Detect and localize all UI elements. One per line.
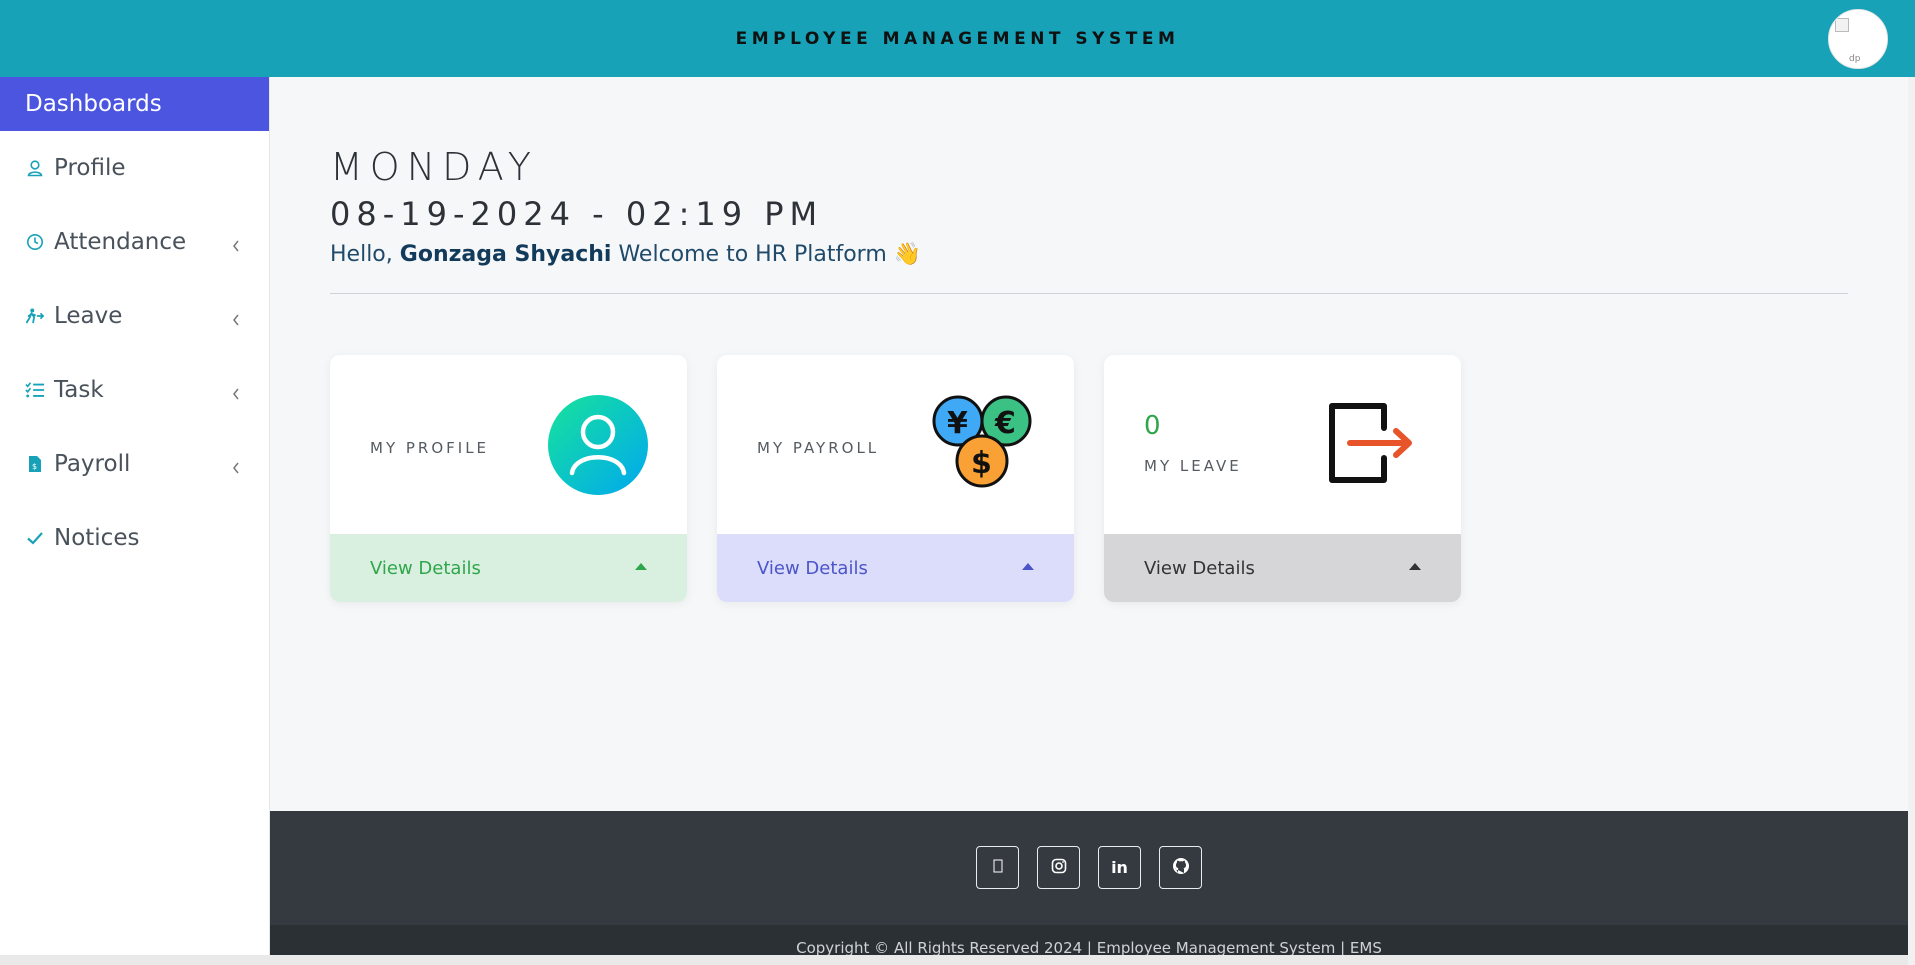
sidebar-item-label: Notices [54, 525, 140, 551]
view-details-link[interactable]: View Details [330, 534, 687, 602]
caret-up-icon [1409, 563, 1421, 570]
card-label: MY PROFILE [370, 439, 490, 457]
sidebar-item-label: Attendance [54, 229, 187, 255]
avatar-alt-text: dp [1849, 54, 1861, 64]
task-list-icon [25, 380, 45, 400]
walking-icon [25, 306, 45, 326]
sidebar-item-attendance[interactable]: Attendance [0, 205, 269, 279]
check-icon [25, 528, 45, 548]
github-icon [1172, 857, 1190, 879]
copyright-text: Copyright © All Rights Reserved 2024 | E… [270, 925, 1908, 955]
svg-text:¥: ¥ [947, 406, 968, 441]
user-icon [25, 158, 45, 178]
sidebar: Dashboards Profile Attendance Leave Task [0, 77, 270, 955]
current-datetime: 08-19-2024 - 02:19 PM [330, 195, 824, 233]
welcome-message: Hello, Gonzaga Shyachi Welcome to HR Pla… [330, 242, 921, 267]
my-profile-card: MY PROFILE View Details [330, 355, 687, 602]
currency-coins-icon: ¥ € $ [930, 393, 1036, 499]
view-details-link[interactable]: View Details [1104, 534, 1461, 602]
svg-text:$: $ [971, 446, 992, 481]
exit-door-icon [1328, 400, 1418, 490]
svg-text:€: € [994, 406, 1016, 441]
greeting-prefix: Hello, [330, 242, 393, 267]
card-label: MY PAYROLL [757, 439, 880, 457]
chevron-left-icon [231, 307, 241, 333]
instagram-icon [1051, 858, 1067, 878]
sidebar-item-payroll[interactable]: $ Payroll [0, 427, 269, 501]
sidebar-item-label: Payroll [54, 451, 131, 477]
sidebar-item-task[interactable]: Task [0, 353, 269, 427]
current-day: MONDAY [330, 145, 538, 189]
sidebar-item-leave[interactable]: Leave [0, 279, 269, 353]
avatar[interactable]: dp [1828, 9, 1888, 69]
chevron-left-icon [231, 381, 241, 407]
vertical-scrollbar[interactable] [1908, 77, 1915, 965]
main-content: MONDAY 08-19-2024 - 02:19 PM Hello, Gonz… [270, 77, 1908, 811]
footer: in Copyright © All Rights Reserved 2024 … [270, 811, 1908, 955]
facebook-button[interactable] [976, 846, 1019, 889]
chevron-left-icon [231, 455, 241, 481]
github-button[interactable] [1159, 846, 1202, 889]
horizontal-scrollbar[interactable] [0, 955, 1908, 965]
sidebar-item-profile[interactable]: Profile [0, 131, 269, 205]
chevron-left-icon [231, 233, 241, 259]
linkedin-icon: in [1111, 858, 1128, 877]
social-links: in [270, 846, 1908, 889]
app-title: EMPLOYEE MANAGEMENT SYSTEM [735, 28, 1180, 49]
view-details-link[interactable]: View Details [717, 534, 1074, 602]
sidebar-item-label: Leave [54, 303, 123, 329]
clock-icon [25, 232, 45, 252]
card-label: MY LEAVE [1144, 457, 1242, 475]
linkedin-button[interactable]: in [1098, 846, 1141, 889]
svg-text:$: $ [32, 462, 37, 471]
facebook-icon [993, 859, 1003, 877]
broken-image-icon [1835, 18, 1849, 32]
user-name: Gonzaga Shyachi [399, 242, 612, 267]
greeting-suffix: Welcome to HR Platform [618, 242, 887, 267]
divider [330, 293, 1848, 294]
sidebar-item-label: Task [54, 377, 104, 403]
caret-up-icon [1022, 563, 1034, 570]
waving-hand-icon: 👋 [893, 242, 922, 267]
profile-avatar-icon [547, 394, 649, 500]
caret-up-icon [635, 563, 647, 570]
sidebar-item-dashboards[interactable]: Dashboards [0, 77, 269, 131]
my-payroll-card: MY PAYROLL ¥ € $ View Details [717, 355, 1074, 602]
invoice-icon: $ [25, 454, 45, 474]
sidebar-item-notices[interactable]: Notices [0, 501, 269, 575]
instagram-button[interactable] [1037, 846, 1080, 889]
top-navbar: EMPLOYEE MANAGEMENT SYSTEM dp [0, 0, 1915, 77]
sidebar-item-label: Profile [54, 155, 126, 181]
leave-count: 0 [1144, 411, 1161, 441]
my-leave-card: 0 MY LEAVE View Details [1104, 355, 1461, 602]
